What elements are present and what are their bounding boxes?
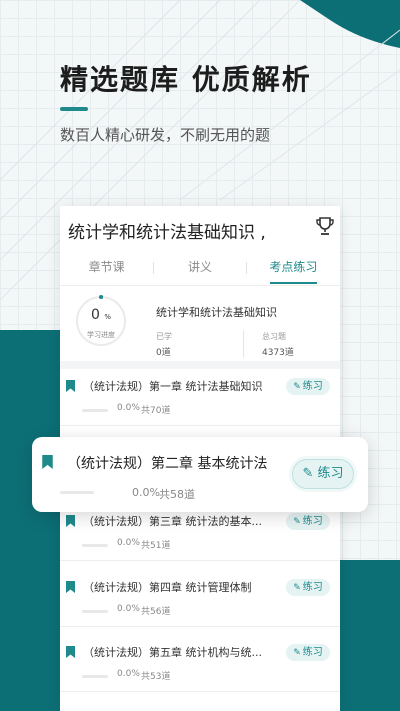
pencil-icon: ✎ [293, 382, 301, 392]
tab-handout[interactable]: 讲义 [153, 256, 246, 284]
chapter-count: 共58道 [159, 488, 195, 501]
practice-button[interactable]: ✎ 练习 [286, 579, 330, 596]
pencil-icon: ✎ [293, 648, 301, 658]
bookmark-icon [66, 515, 75, 527]
pencil-icon: ✎ [302, 466, 318, 481]
section-gap [60, 361, 340, 369]
total-label: 总习题 [262, 332, 286, 341]
chapter-row[interactable]: （统计法规）第五章 统计机构与统... ✎ 练习 0.0% 共53道 [60, 635, 340, 692]
chapter-count: 共51道 [141, 541, 171, 551]
chapter-row[interactable]: （统计法规）第三章 统计法的基本... ✎ 练习 0.0% 共51道 [60, 504, 340, 561]
card-title: 统计学和统计法基础知识 , [68, 223, 266, 243]
bookmark-icon [66, 380, 75, 392]
chapter-title: （统计法规）第三章 统计法的基本... [83, 515, 262, 528]
pencil-icon: ✎ [293, 583, 301, 593]
practice-button[interactable]: ✎ 练习 [286, 378, 330, 395]
progress-summary: 0 % 学习进度 统计学和统计法基础知识 已学 0道 总习题 4373道 [60, 285, 340, 365]
chapter-percent: 0.0% [117, 604, 140, 614]
practice-button[interactable]: ✎ 练习 [292, 459, 354, 489]
chapter-title: （统计法规）第一章 统计法基础知识 [83, 380, 263, 393]
trophy-icon[interactable] [316, 216, 334, 236]
chapter-percent: 0.0% [117, 403, 140, 413]
chapter-progress-bar [82, 544, 108, 547]
tab-divider [153, 262, 154, 274]
tab-bar: 章节课 讲义 考点练习 [60, 256, 340, 284]
progress-percent: 0 % [90, 307, 112, 323]
headline-underline [60, 107, 88, 111]
bookmark-icon [66, 646, 75, 658]
chapter-count: 共56道 [141, 607, 171, 617]
chapter-progress-bar [82, 675, 108, 678]
chapter-row[interactable]: （统计法规）第一章 统计法基础知识 ✎ 练习 0.0% 共70道 [60, 369, 340, 426]
highlighted-chapter-row[interactable]: （统计法规）第二章 基本统计法律... ✎ 练习 0.0% 共58道 [32, 437, 368, 512]
chapter-row[interactable]: （统计法规）第四章 统计管理体制 ✎ 练习 0.0% 共56道 [60, 570, 340, 627]
hero-subline: 数百人精心研发，不刷无用的题 [60, 126, 271, 144]
chapter-title: （统计法规）第四章 统计管理体制 [83, 581, 252, 594]
progress-label: 学习进度 [87, 331, 115, 339]
chapter-count: 共70道 [141, 406, 171, 416]
chapter-title: （统计法规）第五章 统计机构与统... [83, 646, 262, 659]
stat-divider [243, 330, 244, 358]
tab-chapter-course[interactable]: 章节课 [60, 256, 153, 284]
tab-divider [246, 262, 247, 274]
chapter-percent: 0.0% [117, 669, 140, 679]
chapter-title: （统计法规）第二章 基本统计法律... [67, 456, 267, 472]
hero-headline: 精选题库 优质解析 [60, 63, 312, 96]
summary-title: 统计学和统计法基础知识 [156, 306, 277, 319]
chapter-progress-bar [60, 491, 94, 494]
practice-button[interactable]: ✎ 练习 [286, 644, 330, 661]
learned-label: 已学 [156, 332, 172, 341]
chapter-percent: 0.0% [132, 486, 160, 499]
bookmark-icon [66, 581, 75, 593]
pencil-icon: ✎ [293, 517, 301, 527]
chapter-progress-bar [82, 409, 108, 412]
chapter-progress-bar [82, 610, 108, 613]
chapter-percent: 0.0% [117, 538, 140, 548]
practice-button[interactable]: ✎ 练习 [286, 513, 330, 530]
chapter-count: 共53道 [141, 672, 171, 682]
bookmark-icon [42, 455, 53, 469]
tab-topic-practice[interactable]: 考点练习 [247, 256, 340, 284]
learned-value: 0道 [156, 348, 171, 358]
total-value: 4373道 [262, 348, 294, 358]
